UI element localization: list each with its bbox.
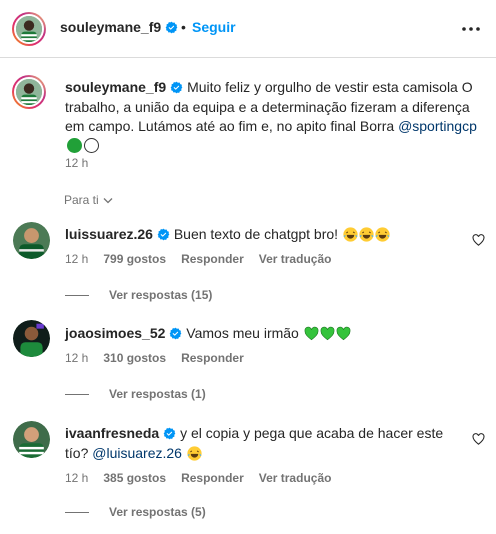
translate-button[interactable]: Ver tradução bbox=[259, 471, 332, 485]
laughing-emoji-icon bbox=[343, 227, 358, 242]
verified-badge-icon bbox=[157, 228, 170, 241]
player-photo-icon bbox=[16, 16, 42, 42]
white-circle-emoji bbox=[84, 137, 99, 153]
commenter-avatar[interactable] bbox=[13, 222, 50, 259]
replies-divider bbox=[65, 511, 89, 513]
caption-mention[interactable]: @sportingcp bbox=[398, 118, 477, 134]
caption-username[interactable]: souleymane_f9 bbox=[65, 79, 166, 95]
player-photo-icon bbox=[13, 222, 50, 259]
view-replies-button[interactable]: Ver respostas (5) bbox=[65, 505, 206, 519]
author-avatar[interactable] bbox=[12, 12, 46, 46]
comment-likes[interactable]: 385 gostos bbox=[103, 471, 166, 485]
comment-meta: 12 h 310 gostos Responder bbox=[65, 351, 259, 365]
caption-timestamp[interactable]: 12 h bbox=[65, 156, 88, 170]
verified-badge-icon bbox=[165, 21, 178, 34]
verified-badge-icon bbox=[170, 81, 183, 94]
comment-meta: 12 h 385 gostos Responder Ver tradução bbox=[65, 471, 346, 485]
post-caption: souleymane_f9 Muito feliz y orgulho de v… bbox=[65, 78, 485, 156]
sort-label: Para ti bbox=[64, 193, 99, 207]
view-replies-button[interactable]: Ver respostas (1) bbox=[65, 387, 206, 401]
replies-divider bbox=[65, 393, 89, 395]
replies-divider bbox=[65, 294, 89, 296]
commenter-avatar[interactable] bbox=[13, 421, 50, 458]
commenter-username[interactable]: joaosimoes_52 bbox=[65, 325, 165, 341]
green-heart-emoji-icon bbox=[304, 326, 319, 341]
author-username-text[interactable]: souleymane_f9 bbox=[60, 19, 161, 35]
author-username[interactable]: souleymane_f9 bbox=[60, 19, 178, 35]
reply-button[interactable]: Responder bbox=[181, 351, 244, 365]
chevron-down-icon bbox=[103, 197, 113, 203]
comment-text: joaosimoes_52 Vamos meu irmão bbox=[65, 324, 351, 344]
player-photo-icon bbox=[13, 320, 50, 357]
translate-button[interactable]: Ver tradução bbox=[259, 252, 332, 266]
laughing-emoji-icon bbox=[375, 227, 390, 242]
comment-sort-dropdown[interactable]: Para ti bbox=[64, 193, 113, 207]
comment-body: Buen texto de chatgpt bro! bbox=[173, 226, 339, 242]
green-heart-emoji-icon bbox=[336, 326, 351, 341]
comment-timestamp[interactable]: 12 h bbox=[65, 351, 88, 365]
comment-mention[interactable]: @luisuarez.26 bbox=[92, 445, 182, 461]
view-replies-label: Ver respostas (5) bbox=[109, 505, 206, 519]
green-circle-emoji bbox=[67, 137, 82, 153]
post-header: souleymane_f9 • Seguir bbox=[0, 0, 496, 58]
player-photo-icon bbox=[16, 79, 42, 105]
caption-avatar[interactable] bbox=[12, 75, 46, 109]
view-replies-button[interactable]: Ver respostas (15) bbox=[65, 288, 212, 302]
comment-body-line1: y el copia y pega que acaba de hacer est… bbox=[180, 425, 444, 441]
comment-text: luissuarez.26 Buen texto de chatgpt bro! bbox=[65, 225, 390, 245]
comment-body: Vamos meu irmão bbox=[186, 325, 299, 341]
comment-meta: 12 h 799 gostos Responder Ver tradução bbox=[65, 252, 346, 266]
comment-timestamp[interactable]: 12 h bbox=[65, 471, 88, 485]
commenter-avatar[interactable] bbox=[13, 320, 50, 357]
comment-likes[interactable]: 310 gostos bbox=[103, 351, 166, 365]
comment-timestamp[interactable]: 12 h bbox=[65, 252, 88, 266]
laughing-emoji-icon bbox=[359, 227, 374, 242]
follow-button[interactable]: Seguir bbox=[192, 19, 236, 35]
more-options-icon[interactable] bbox=[461, 22, 481, 36]
commenter-username[interactable]: luissuarez.26 bbox=[65, 226, 153, 242]
view-replies-label: Ver respostas (1) bbox=[109, 387, 206, 401]
verified-badge-icon bbox=[163, 427, 176, 440]
commenter-username[interactable]: ivaanfresneda bbox=[65, 425, 159, 441]
comment-body-line2: tío? bbox=[65, 444, 89, 461]
like-heart-icon[interactable] bbox=[472, 234, 485, 246]
view-replies-label: Ver respostas (15) bbox=[109, 288, 213, 302]
comment-text: ivaanfresneda y el copia y pega que acab… bbox=[65, 424, 443, 463]
header-separator: • bbox=[181, 19, 186, 35]
reply-button[interactable]: Responder bbox=[181, 252, 244, 266]
like-heart-icon[interactable] bbox=[472, 433, 485, 445]
reply-button[interactable]: Responder bbox=[181, 471, 244, 485]
laughing-emoji-icon bbox=[187, 445, 202, 461]
player-photo-icon bbox=[13, 421, 50, 458]
verified-badge-icon bbox=[170, 327, 182, 340]
green-heart-emoji-icon bbox=[320, 326, 335, 341]
comment-likes[interactable]: 799 gostos bbox=[103, 252, 166, 266]
